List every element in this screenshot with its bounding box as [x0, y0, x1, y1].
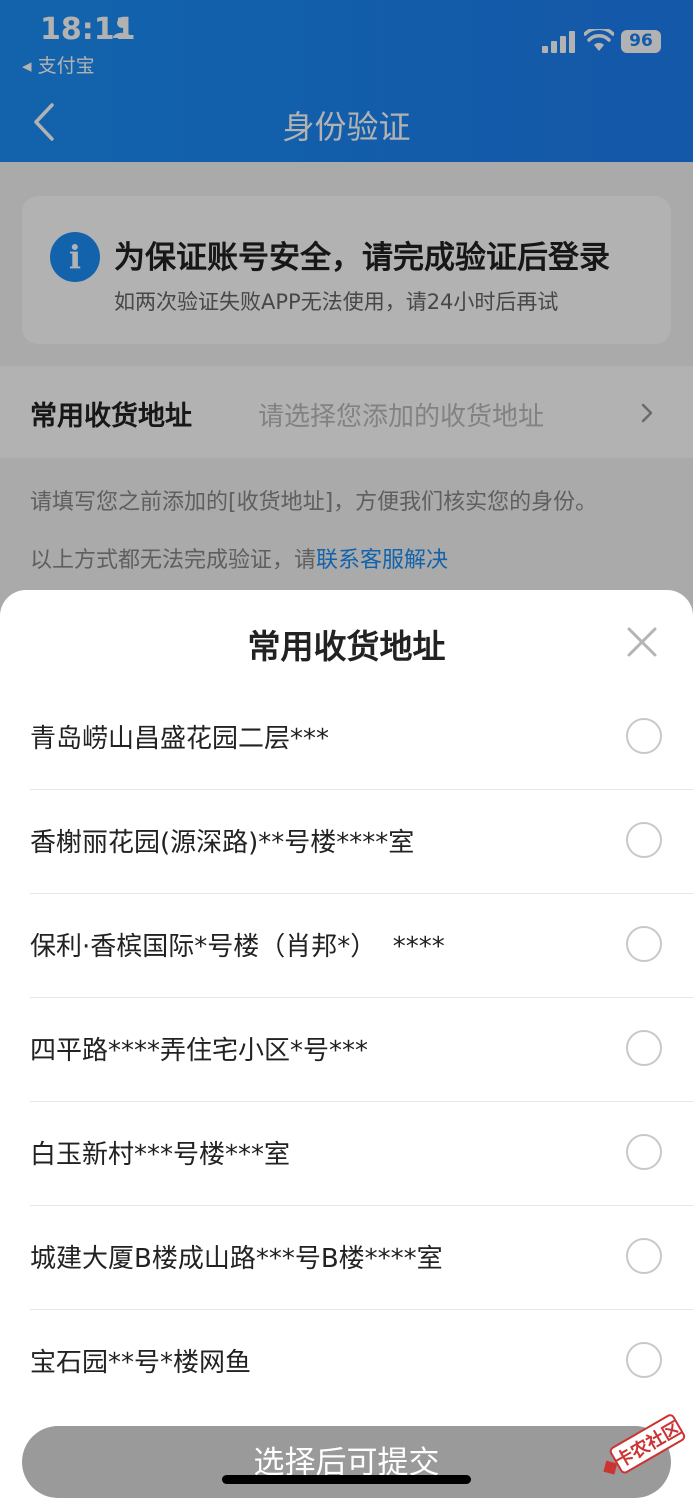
submit-button[interactable]: 选择后可提交	[22, 1426, 671, 1498]
address-option[interactable]: 城建大厦B楼成山路***号B楼****室	[30, 1206, 693, 1310]
home-indicator	[222, 1475, 471, 1484]
radio-button[interactable]	[626, 926, 662, 962]
address-option-label: 四平路****弄住宅小区*号***	[30, 1036, 369, 1066]
address-option[interactable]: 保利·香槟国际*号楼（肖邦*） ****	[30, 894, 693, 998]
watermark-logo: 卡农社区	[603, 1414, 686, 1475]
address-option[interactable]: 香榭丽花园(源深路)**号楼****室	[30, 790, 693, 894]
address-option[interactable]: 宝石园**号*楼网鱼	[30, 1310, 693, 1414]
radio-button[interactable]	[626, 1030, 662, 1066]
radio-button[interactable]	[626, 718, 662, 754]
address-option[interactable]: 青岛崂山昌盛花园二层***	[30, 686, 693, 790]
radio-button[interactable]	[626, 1134, 662, 1170]
address-option[interactable]: 四平路****弄住宅小区*号***	[30, 998, 693, 1102]
address-option-label: 青岛崂山昌盛花园二层***	[30, 724, 330, 754]
close-icon[interactable]	[626, 626, 658, 658]
radio-button[interactable]	[626, 822, 662, 858]
sheet-title: 常用收货地址	[247, 627, 446, 666]
address-option-label: 白玉新村***号楼***室	[30, 1140, 291, 1170]
address-option-label: 宝石园**号*楼网鱼	[30, 1348, 252, 1378]
radio-button[interactable]	[626, 1238, 662, 1274]
radio-button[interactable]	[626, 1342, 662, 1378]
address-option-label: 保利·香槟国际*号楼（肖邦*） ****	[30, 932, 445, 962]
address-option[interactable]: 白玉新村***号楼***室	[30, 1102, 693, 1206]
address-option-label: 香榭丽花园(源深路)**号楼****室	[30, 828, 415, 858]
address-bottom-sheet: 常用收货地址 青岛崂山昌盛花园二层*** 香榭丽花园(源深路)**号楼****室…	[0, 590, 693, 1500]
address-option-label: 城建大厦B楼成山路***号B楼****室	[30, 1244, 443, 1274]
